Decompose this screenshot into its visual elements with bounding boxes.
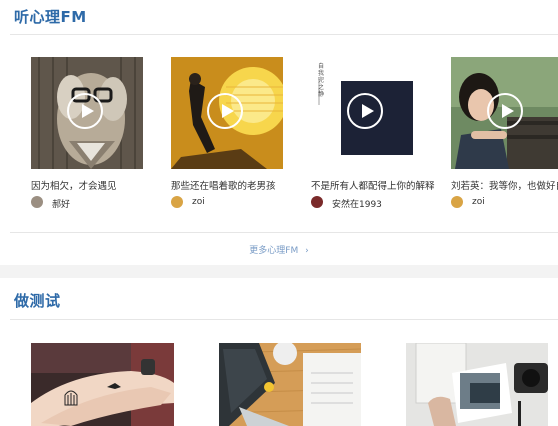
- fm-section-title: 听心理FM: [14, 8, 87, 26]
- fm-card-thumbnail[interactable]: 自我完之静: [311, 57, 423, 169]
- avatar: [171, 196, 183, 208]
- author-name[interactable]: zoi: [472, 197, 485, 207]
- fm-card[interactable]: 自我完之静 不是所有人都配得上你的解释 安然在1993: [311, 57, 435, 210]
- fm-card-title[interactable]: 刘若英：我等你，也做好自己: [451, 178, 558, 192]
- author-name[interactable]: 安然在1993: [332, 197, 382, 210]
- fm-card[interactable]: 刘若英：我等你，也做好自己 zoi: [451, 57, 558, 208]
- cover-caption: 自我完之静: [318, 63, 325, 98]
- test-card-thumbnail[interactable]: [219, 343, 361, 426]
- test-card-thumbnail[interactable]: [406, 343, 548, 426]
- fm-card-title[interactable]: 那些还在唱着歌的老男孩: [171, 178, 321, 192]
- fm-card-thumbnail[interactable]: [31, 57, 143, 169]
- test-title-divider: [10, 319, 558, 320]
- desk-with-laptop-image: [219, 343, 361, 426]
- fm-card-thumbnail[interactable]: [451, 57, 558, 169]
- hands-with-tattoos-image: [31, 343, 174, 426]
- more-fm-label[interactable]: 更多心理FM: [249, 246, 298, 256]
- test-card-thumbnail[interactable]: [31, 343, 174, 426]
- fm-card-title[interactable]: 因为相欠，才会遇见: [31, 178, 181, 192]
- play-icon[interactable]: [67, 93, 103, 129]
- fm-card-thumbnail[interactable]: [171, 57, 283, 169]
- avatar: [311, 196, 323, 208]
- chevron-right-icon: ›: [305, 246, 309, 256]
- fm-card[interactable]: 因为相欠，才会遇见 郝好: [31, 57, 143, 210]
- avatar: [31, 196, 43, 208]
- fm-title-divider: [10, 34, 558, 35]
- fm-card[interactable]: 那些还在唱着歌的老男孩 zoi: [171, 57, 283, 208]
- more-fm-link[interactable]: 更多心理FM ›: [0, 243, 558, 256]
- play-icon[interactable]: [487, 93, 523, 129]
- fm-card-title[interactable]: 不是所有人都配得上你的解释: [311, 178, 461, 192]
- avatar: [451, 196, 463, 208]
- play-icon[interactable]: [347, 93, 383, 129]
- test-section-title: 做测试: [14, 292, 61, 310]
- fm-more-divider: [10, 232, 558, 233]
- photos-and-camera-image: [406, 343, 548, 426]
- author-name[interactable]: zoi: [192, 197, 205, 207]
- play-icon[interactable]: [207, 93, 243, 129]
- author-name[interactable]: 郝好: [52, 197, 70, 210]
